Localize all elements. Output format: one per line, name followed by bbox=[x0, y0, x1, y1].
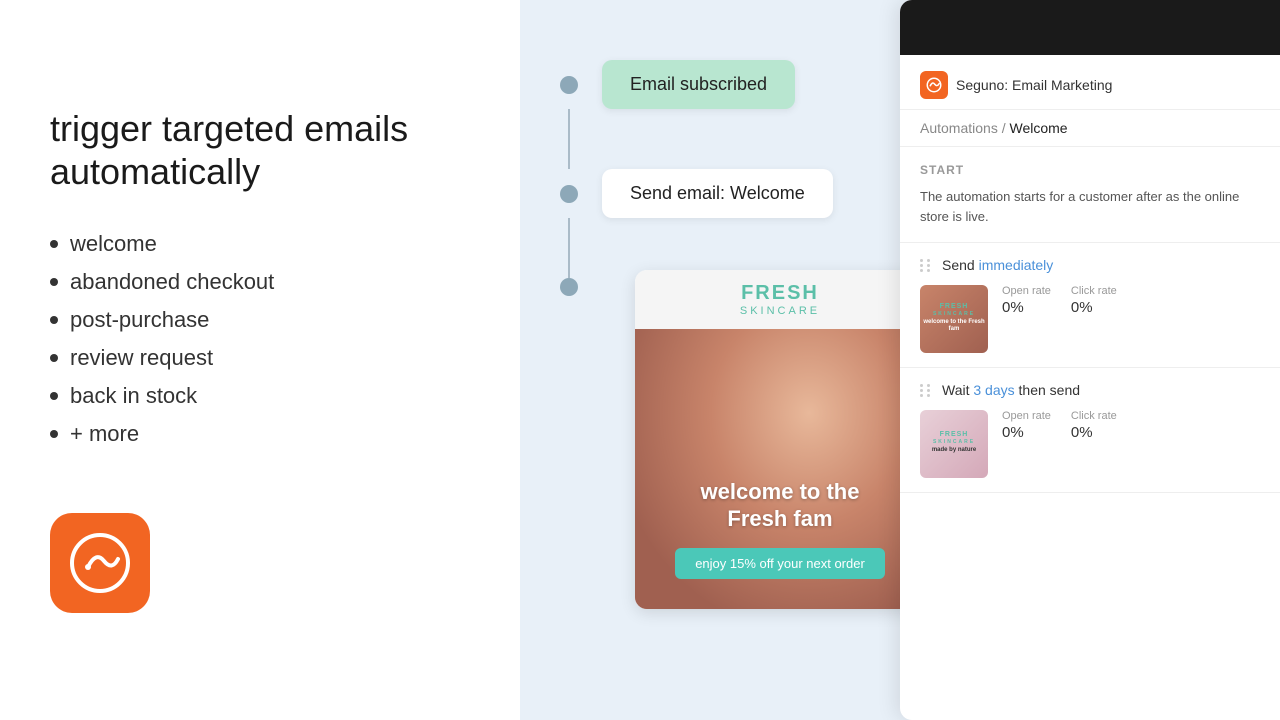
node-dot-2 bbox=[560, 185, 578, 203]
list-item: welcome bbox=[50, 225, 470, 263]
thumb-inner-2: FRESHSKINCARE made by nature bbox=[920, 410, 988, 478]
breadcrumb: Automations / Welcome bbox=[900, 110, 1280, 147]
bullet-dot bbox=[50, 430, 58, 438]
list-item: abandoned checkout bbox=[50, 263, 470, 301]
list-item: + more bbox=[50, 415, 470, 453]
send-prefix: Send bbox=[942, 257, 979, 273]
breadcrumb-separator: / bbox=[1002, 120, 1010, 136]
bullet-dot bbox=[50, 354, 58, 362]
row-header-2: Wait 3 days then send bbox=[920, 382, 1260, 398]
breadcrumb-current: Welcome bbox=[1010, 120, 1068, 136]
app-nav: Seguno: Email Marketing bbox=[900, 55, 1280, 110]
send-text: Send immediately bbox=[942, 257, 1053, 273]
bullet-dot bbox=[50, 316, 58, 324]
list-item-label: + more bbox=[70, 421, 139, 447]
send-link[interactable]: immediately bbox=[979, 257, 1054, 273]
bullet-dot bbox=[50, 240, 58, 248]
click-rate-value: 0% bbox=[1071, 299, 1117, 316]
breadcrumb-parent: Automations bbox=[920, 120, 998, 136]
wait-prefix: Wait bbox=[942, 382, 973, 398]
wait-text: Wait 3 days then send bbox=[942, 382, 1080, 398]
connector-line-2 bbox=[568, 218, 570, 278]
row-header: Send immediately bbox=[920, 257, 1260, 273]
email-row-preview: FRESHSKINCARE welcome to the Fresh fam O… bbox=[920, 285, 1260, 353]
action-label: Send email: Welcome bbox=[630, 183, 805, 203]
brand-sub: SKINCARE bbox=[651, 305, 909, 317]
email-header: FRESH SKINCARE bbox=[635, 270, 925, 329]
seguno-small-icon bbox=[925, 76, 943, 94]
right-panel: Email subscribed Send email: Welcome FRE… bbox=[520, 0, 1280, 720]
list-item-label: back in stock bbox=[70, 383, 197, 409]
click-rate-2: Click rate 0% bbox=[1071, 410, 1117, 441]
open-rate-2: Open rate 0% bbox=[1002, 410, 1051, 441]
drag-handle-icon-2 bbox=[920, 384, 932, 397]
drag-handle-icon bbox=[920, 259, 932, 272]
cta-button: enjoy 15% off your next order bbox=[675, 548, 885, 579]
email-welcome-text: welcome to the Fresh fam bbox=[701, 479, 860, 532]
open-rate-label: Open rate bbox=[1002, 285, 1051, 297]
click-rate-value-2: 0% bbox=[1071, 424, 1117, 441]
seguno-logo-icon bbox=[68, 531, 132, 595]
open-rate-label-2: Open rate bbox=[1002, 410, 1051, 422]
wait-suffix: then send bbox=[1015, 382, 1080, 398]
open-rate: Open rate 0% bbox=[1002, 285, 1051, 316]
email-preview-card: FRESH SKINCARE welcome to the Fresh fam … bbox=[635, 270, 925, 609]
node-dot bbox=[560, 76, 578, 94]
list-item-label: welcome bbox=[70, 231, 157, 257]
list-item-label: abandoned checkout bbox=[70, 269, 274, 295]
list-item: back in stock bbox=[50, 377, 470, 415]
open-rate-value-2: 0% bbox=[1002, 424, 1051, 441]
node-dot-3 bbox=[560, 278, 578, 296]
left-panel: trigger targeted emails automatically we… bbox=[0, 0, 520, 720]
trigger-label: Email subscribed bbox=[630, 74, 767, 94]
thumb-inner: FRESHSKINCARE welcome to the Fresh fam bbox=[920, 285, 988, 353]
start-label: START bbox=[920, 163, 1260, 177]
connector-line bbox=[568, 109, 570, 169]
click-rate-label-2: Click rate bbox=[1071, 410, 1117, 422]
app-header-dark bbox=[900, 0, 1280, 55]
wait-3-days-row: Wait 3 days then send FRESHSKINCARE made… bbox=[900, 368, 1280, 493]
bullet-dot bbox=[50, 392, 58, 400]
feature-list: welcome abandoned checkout post-purchase… bbox=[50, 225, 470, 453]
bullet-dot bbox=[50, 278, 58, 286]
brand-logo bbox=[50, 513, 150, 613]
headline: trigger targeted emails automatically bbox=[50, 107, 470, 193]
list-item: review request bbox=[50, 339, 470, 377]
start-description: The automation starts for a customer aft… bbox=[920, 187, 1260, 226]
email-image: welcome to the Fresh fam enjoy 15% off y… bbox=[635, 329, 925, 609]
email-thumbnail-1: FRESHSKINCARE welcome to the Fresh fam bbox=[920, 285, 988, 353]
list-item: post-purchase bbox=[50, 301, 470, 339]
email-stats: Open rate 0% Click rate 0% bbox=[1002, 285, 1117, 316]
email-thumbnail-2: FRESHSKINCARE made by nature bbox=[920, 410, 988, 478]
email-row-preview-2: FRESHSKINCARE made by nature Open rate 0… bbox=[920, 410, 1260, 478]
wait-days-link[interactable]: 3 days bbox=[973, 382, 1014, 398]
action-card: Send email: Welcome bbox=[602, 169, 833, 218]
send-immediately-row: Send immediately FRESHSKINCARE welcome t… bbox=[900, 243, 1280, 368]
app-title: Seguno: Email Marketing bbox=[956, 77, 1112, 93]
open-rate-value: 0% bbox=[1002, 299, 1051, 316]
brand-name: FRESH bbox=[651, 282, 909, 305]
click-rate-label: Click rate bbox=[1071, 285, 1117, 297]
start-section: START The automation starts for a custom… bbox=[900, 147, 1280, 243]
list-item-label: post-purchase bbox=[70, 307, 209, 333]
trigger-card: Email subscribed bbox=[602, 60, 795, 109]
email-stats-2: Open rate 0% Click rate 0% bbox=[1002, 410, 1117, 441]
list-item-label: review request bbox=[70, 345, 213, 371]
click-rate: Click rate 0% bbox=[1071, 285, 1117, 316]
app-logo bbox=[920, 71, 948, 99]
app-panel: Seguno: Email Marketing Automations / We… bbox=[900, 0, 1280, 720]
